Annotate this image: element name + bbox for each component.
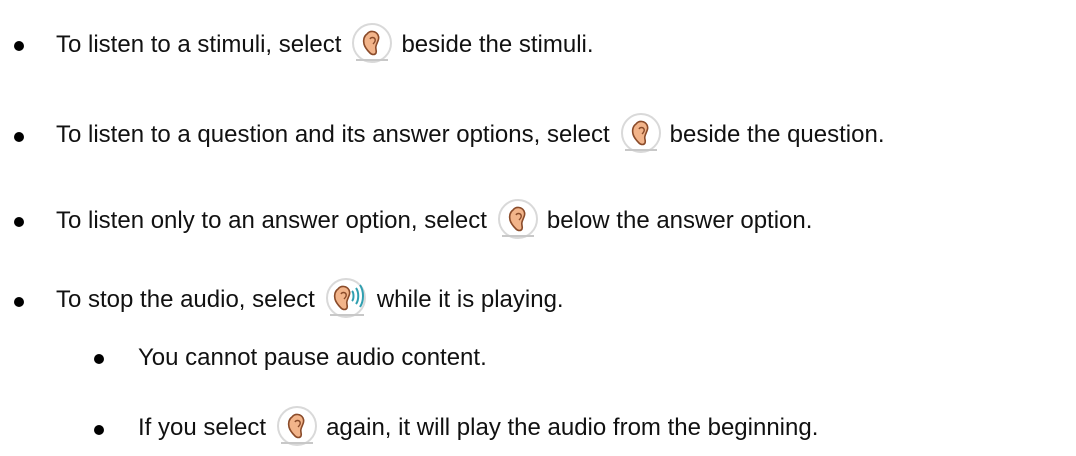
bullet [14,297,24,307]
instruction-text: To listen to a stimuli, select [56,31,342,58]
ear-playing-icon[interactable] [323,277,371,323]
instruction-line-3: To listen only to an answer option, sele… [56,198,812,244]
instruction-line-4: To stop the audio, select while it is pl… [56,277,564,323]
bullet [14,132,24,142]
instruction-line-2: To listen to a question and its answer o… [56,112,884,158]
ear-icon[interactable] [349,22,395,68]
ear-icon[interactable] [495,198,541,244]
bullet [14,217,24,227]
instruction-text: beside the stimuli. [401,31,594,58]
instruction-text: again, it will play the audio from the b… [326,414,819,441]
instruction-subline-2: If you select again, it will play the au… [138,405,818,451]
instruction-text: To stop the audio, select [56,286,315,313]
bullet [94,425,104,435]
instruction-line-1: To listen to a stimuli, select beside th… [56,22,594,68]
bullet [94,354,104,364]
instruction-text: beside the question. [669,121,885,148]
instruction-text: If you select [138,414,267,441]
instruction-text: To listen to a question and its answer o… [56,121,610,148]
instruction-subline-1: You cannot pause audio content. [138,346,487,370]
instruction-text: You cannot pause audio content. [138,344,487,371]
ear-icon[interactable] [274,405,320,451]
ear-icon[interactable] [618,112,664,158]
instruction-text: To listen only to an answer option, sele… [56,207,487,234]
instruction-text: below the answer option. [546,207,813,234]
bullet [14,41,24,51]
instruction-text: while it is playing. [376,286,564,313]
